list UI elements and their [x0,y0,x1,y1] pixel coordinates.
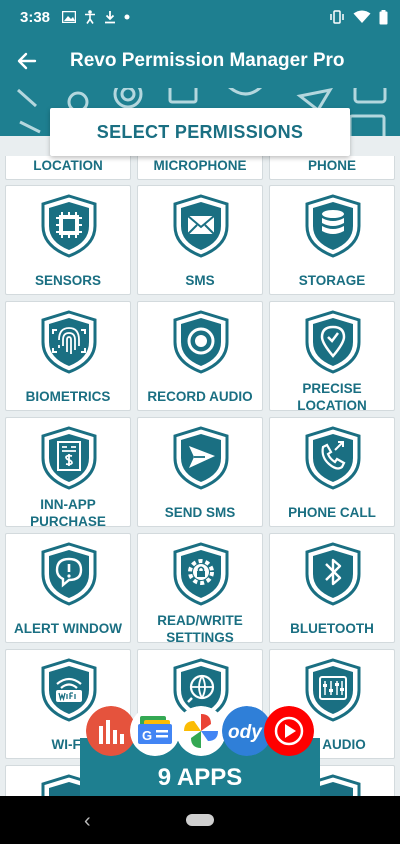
permission-label-line: SETTINGS [166,630,234,645]
permission-label-line: PURCHASE [30,514,106,529]
permission-label: SENSORS [34,273,102,288]
app-title: Revo Permission Manager Pro [70,50,345,71]
permission-tile-sms[interactable]: SMS [137,185,263,295]
permission-label: PHONE CALL [288,505,376,520]
google-news-app-icon: G [130,706,180,756]
phone-call-icon [305,426,361,490]
permission-label-line: READ/WRITE [157,613,243,628]
svg-text:G: G [142,728,152,743]
permission-label-line: INN-APP [40,497,96,512]
status-bar: 3:38 [0,0,400,34]
permission-tile-phone-call[interactable]: PHONE CALL [269,417,395,527]
receipt-icon [41,426,97,490]
location-check-icon [305,310,361,374]
permission-tile-phone[interactable]: PHONE [269,156,395,180]
permission-label: BIOMETRICS [25,389,111,404]
back-button[interactable] [0,34,54,88]
permission-label: STORAGE [298,273,366,288]
permission-label: SEND SMS [164,505,236,520]
google-photos-app-icon [176,706,226,756]
permission-label: PHONE [307,158,356,173]
nav-back-icon[interactable]: ‹ [84,810,91,833]
permission-label: PRECISE LOCATION [272,380,392,414]
permission-label-line: PRECISE [302,381,362,396]
select-permissions-header: SELECT PERMISSIONS [50,108,350,156]
fingerprint-icon [41,310,97,374]
permission-label: READ/WRITE SETTINGS [140,612,260,646]
database-icon [305,194,361,258]
dot-icon [124,14,130,20]
envelope-icon [173,194,229,258]
accessibility-icon [85,10,96,24]
apps-count-label: 9 APPS [157,764,243,791]
send-icon [173,426,229,490]
permission-tile-sensors[interactable]: SENSORS [5,185,131,295]
permission-tile-inn-app-purchase[interactable]: INN-APP PURCHASE [5,417,131,530]
arrow-left-icon [17,52,37,70]
permission-tile-record-audio[interactable]: RECORD AUDIO [137,301,263,411]
permission-label: SMS [185,273,215,288]
app-bar: Revo Permission Manager Pro [0,34,400,88]
permission-tile-send-sms[interactable]: SEND SMS [137,417,263,527]
permission-label-line: LOCATION [297,398,367,413]
permission-label: MICROPHONE [153,158,247,173]
permission-tile-microphone[interactable]: MICROPHONE [137,156,263,180]
app-icons-stack[interactable]: G ody [86,706,316,762]
permission-tile-read-write-settings[interactable]: READ/WRITE SETTINGS [137,533,263,646]
permission-label: LOCATION [33,158,103,173]
permission-label: ALERT WINDOW [14,621,122,636]
bar-chart-app-icon [86,706,136,756]
permission-label: BLUETOOTH [290,621,374,636]
permission-tile-precise-location[interactable]: PRECISE LOCATION [269,301,395,414]
permission-label: RECORD AUDIO [147,389,253,404]
permission-tile-alert-window[interactable]: ALERT WINDOW [5,533,131,643]
permission-tile-biometrics[interactable]: BIOMETRICS [5,301,131,411]
record-icon [173,310,229,374]
chip-icon [41,194,97,258]
wifi-icon [353,10,371,23]
image-icon [62,11,77,23]
vibrate-icon [330,10,344,24]
youtube-music-app-icon [264,706,314,756]
permission-tile-bluetooth[interactable]: BLUETOOTH [269,533,395,643]
permission-tile-storage[interactable]: STORAGE [269,185,395,295]
nav-home-icon[interactable] [186,814,214,826]
download-icon [105,11,116,24]
svg-text:ody: ody [228,722,263,743]
permissions-grid: LOCATION MICROPHONE PHONE SENSORS SMS ST… [0,156,400,796]
system-nav-bar: ‹ [0,796,400,844]
bluetooth-icon [305,542,361,606]
status-time: 3:38 [20,8,51,26]
alert-bubble-icon [41,542,97,606]
permission-label: INN-APP PURCHASE [8,496,128,530]
gear-lock-icon [173,542,229,606]
battery-icon [379,9,388,24]
permission-tile-location[interactable]: LOCATION [5,156,131,180]
